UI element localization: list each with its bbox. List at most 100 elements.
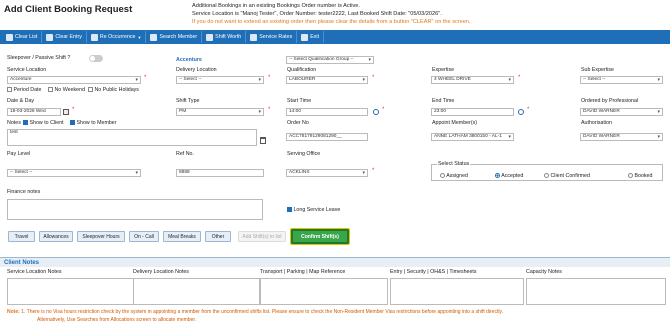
- service-rates-label: Service Rates: [259, 34, 293, 40]
- qualification-select[interactable]: LABOURER: [286, 76, 368, 84]
- notice-line-2: Service Location is "Manoj Tester", Orde…: [192, 11, 442, 18]
- status-assigned-radio[interactable]: [440, 173, 445, 179]
- transport-notes-textarea[interactable]: [260, 278, 388, 305]
- pay-level-label: Pay Level: [7, 151, 31, 157]
- exit-label: Exit: [310, 34, 320, 40]
- re-occurrence-button[interactable]: Re Occurrence ▼: [87, 31, 147, 43]
- required-marker: *: [268, 75, 271, 81]
- start-time-input[interactable]: 14:00: [286, 108, 368, 116]
- clock-icon[interactable]: [373, 109, 379, 115]
- no-weekend-option[interactable]: No Weekend: [48, 87, 85, 93]
- status-client-confirmed-radio[interactable]: [544, 173, 549, 179]
- clear-list-button[interactable]: Clear List: [2, 31, 43, 43]
- service-location-notes-textarea[interactable]: [7, 278, 135, 305]
- confirm-shifts-button[interactable]: Confirm Shift(s): [290, 228, 350, 245]
- client-name: Accenture: [176, 57, 202, 63]
- re-occurrence-icon: [90, 33, 98, 41]
- authorisation-label: Authorisation: [581, 120, 612, 126]
- on-call-button[interactable]: On - Call: [129, 231, 159, 242]
- long-service-leave-option[interactable]: Long Service Leave: [287, 207, 340, 213]
- search-member-label: Search Member: [159, 34, 198, 40]
- delete-icon[interactable]: [260, 137, 266, 144]
- finance-notes-textarea[interactable]: [7, 199, 263, 220]
- required-marker: *: [382, 107, 385, 113]
- shift-type-select[interactable]: PM: [176, 108, 264, 116]
- sleepover-toggle[interactable]: [89, 55, 103, 62]
- sleepover-hours-button[interactable]: Sleepover Hours: [77, 231, 125, 242]
- calendar-icon[interactable]: [63, 109, 69, 115]
- entry-security-notes-textarea[interactable]: [390, 278, 524, 305]
- clear-list-icon: [6, 33, 13, 41]
- notes-textarea[interactable]: test: [7, 129, 257, 146]
- show-to-client-checkbox[interactable]: [23, 120, 28, 126]
- pay-level-select[interactable]: -- Select --: [7, 169, 141, 177]
- expertise-label: Expertise: [432, 67, 455, 73]
- required-marker: *: [372, 75, 375, 81]
- add-shifts-to-list-button[interactable]: Add Shift(s) to list: [238, 231, 286, 242]
- note-1: 1. There is no Visa hours restriction ch…: [21, 309, 503, 315]
- period-date-checkbox[interactable]: [7, 87, 12, 93]
- entry-security-notes-label: Entry | Security | OH&S | Timesheets: [390, 269, 477, 275]
- note-label: Note:: [7, 309, 20, 315]
- status-accepted-radio[interactable]: [495, 173, 500, 179]
- required-marker: *: [144, 75, 147, 81]
- expertise-select[interactable]: 4 WHEEL DRIVE: [431, 76, 514, 84]
- clock-icon[interactable]: [518, 109, 524, 115]
- sub-expertise-select[interactable]: -- Select --: [580, 76, 663, 84]
- required-marker: *: [72, 107, 75, 113]
- status-booked-option[interactable]: Booked: [628, 173, 652, 179]
- no-weekend-checkbox[interactable]: [48, 87, 53, 93]
- delivery-location-notes-label: Delivery Location Notes: [133, 269, 189, 275]
- order-no-input[interactable]: ACC78179129081290__: [286, 133, 368, 141]
- long-service-leave-checkbox[interactable]: [287, 207, 292, 213]
- delivery-location-select[interactable]: -- Select --: [176, 76, 264, 84]
- client-notes-title: Client Notes: [4, 260, 40, 266]
- date-day-input[interactable]: 18-03-2026 Wed: [7, 108, 61, 116]
- service-location-label: Service Location: [7, 67, 47, 73]
- other-button[interactable]: Other: [205, 231, 231, 242]
- delivery-location-label: Delivery Location: [176, 67, 217, 73]
- end-time-input[interactable]: 23:00: [431, 108, 514, 116]
- status-assigned-option[interactable]: Assigned: [440, 173, 468, 179]
- show-to-member-label: Show to Member: [76, 120, 117, 126]
- required-marker: *: [527, 107, 530, 113]
- ref-no-input[interactable]: 8888: [176, 169, 264, 177]
- show-to-client-option[interactable]: Show to Client: [23, 120, 64, 126]
- clear-entry-button[interactable]: Clear Entry: [42, 31, 87, 43]
- show-to-member-option[interactable]: Show to Member: [70, 120, 117, 126]
- period-date-option[interactable]: Period Date: [7, 87, 41, 93]
- period-date-label: Period Date: [13, 87, 42, 93]
- serving-office-label: Serving Office: [287, 151, 321, 157]
- clear-entry-icon: [46, 33, 54, 41]
- required-marker: *: [372, 168, 375, 174]
- travel-button[interactable]: Travel: [8, 231, 35, 242]
- appoint-member-select[interactable]: ANNE LATHAM 3800150 - AL-1: [431, 133, 514, 141]
- status-accepted-option[interactable]: Accepted: [495, 173, 523, 179]
- exit-button[interactable]: Exit: [297, 31, 325, 43]
- capacity-notes-textarea[interactable]: [526, 278, 666, 305]
- meal-breaks-button[interactable]: Meal Breaks: [163, 231, 201, 242]
- show-to-member-checkbox[interactable]: [70, 120, 75, 126]
- show-to-client-label: Show to Client: [29, 120, 64, 126]
- status-booked-label: Booked: [634, 173, 653, 179]
- transport-notes-label: Transport | Parking | Map Reference: [260, 269, 346, 275]
- service-rates-button[interactable]: Service Rates: [246, 31, 298, 43]
- status-booked-radio[interactable]: [628, 173, 633, 179]
- sleepover-label: Sleepover / Passive Shift ?: [7, 55, 71, 61]
- ordered-by-select[interactable]: DAVID WARNER: [580, 108, 663, 116]
- service-location-select[interactable]: Accenture: [7, 76, 141, 84]
- shift-worth-button[interactable]: Shift Worth: [202, 31, 247, 43]
- delivery-location-notes-textarea[interactable]: [133, 278, 260, 305]
- shift-worth-icon: [206, 33, 214, 41]
- notes-label: Notes: [7, 120, 21, 126]
- no-public-holidays-checkbox[interactable]: [88, 87, 93, 93]
- allowances-button[interactable]: Allowances: [39, 231, 73, 242]
- no-public-holidays-option[interactable]: No Public Holidays: [88, 87, 139, 93]
- search-member-button[interactable]: Search Member: [146, 31, 203, 43]
- serving-office-select[interactable]: ACKLINS: [286, 169, 368, 177]
- status-assigned-label: Assigned: [446, 173, 468, 179]
- qualification-group-select[interactable]: -- Select Qualification Group --: [286, 56, 374, 64]
- authorisation-select[interactable]: DAVID WARNER: [580, 133, 663, 141]
- status-client-confirmed-option[interactable]: Client Confirmed: [544, 173, 590, 179]
- page-title: Add Client Booking Request: [4, 4, 133, 15]
